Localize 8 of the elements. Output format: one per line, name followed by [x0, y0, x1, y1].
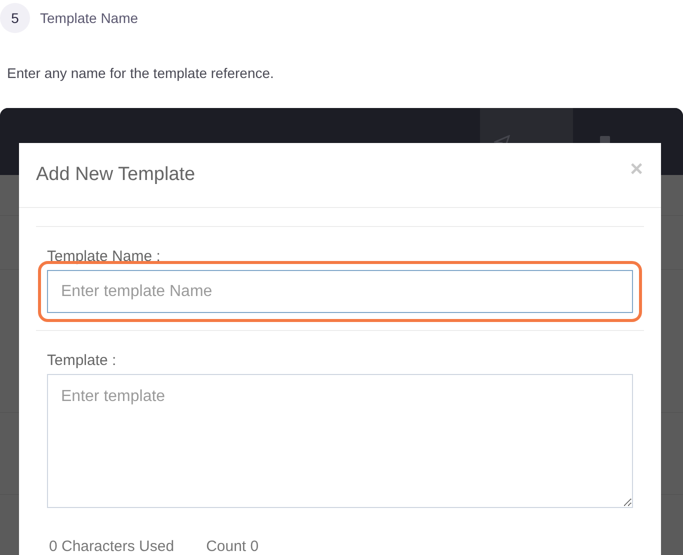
- step-title: Template Name: [40, 8, 138, 28]
- step-number: 5: [0, 3, 30, 33]
- modal-title: Add New Template: [36, 162, 196, 187]
- step-description: Enter any name for the template reference.: [7, 64, 274, 83]
- field-label: Template :: [47, 352, 116, 369]
- count: Count 0: [206, 537, 259, 555]
- field-label: Template Name :: [47, 248, 160, 265]
- characters-used: 0 Characters Used: [49, 537, 174, 555]
